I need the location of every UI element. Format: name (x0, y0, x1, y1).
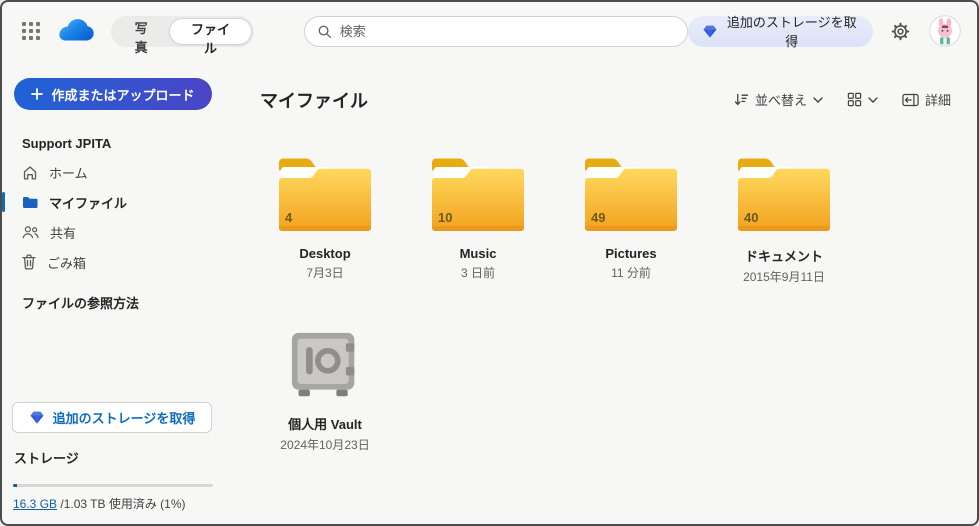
sidebar-bottom: 追加のストレージを取得 ストレージ 16.3 GB /1.03 TB 使用済み … (12, 402, 224, 514)
folder-icon: 4 (277, 157, 373, 233)
create-or-upload-label: 作成またはアップロード (51, 87, 195, 103)
details-button[interactable]: 詳細 (900, 86, 953, 113)
browse-files-heading: ファイルの参照方法 (22, 296, 140, 311)
page-title: マイファイル (260, 90, 368, 111)
sort-icon (734, 92, 749, 107)
main-content: マイファイル 並べ替え 詳細 4 Desktop 7月3日 10 Music 3… (242, 60, 977, 524)
sidebar-item-recycle-bin[interactable]: ごみ箱 (2, 247, 242, 277)
folder-name: Music (459, 246, 497, 261)
sidebar-item-shared[interactable]: 共有 (2, 217, 242, 247)
sidebar-nav: ホーム マイファイル 共有 ごみ箱 (2, 157, 242, 277)
sidebar: 作成またはアップロード Support JPITA ホーム マイファイル 共有 … (2, 60, 242, 524)
folder-icon: 10 (430, 157, 526, 233)
photos-files-toggle: 写真 ファイル (111, 15, 254, 56)
chevron-down-icon (813, 96, 823, 103)
svg-text:10: 10 (438, 210, 452, 225)
home-icon (22, 165, 38, 180)
storage-usage-rest: /1.03 TB 使用済み (1%) (60, 497, 186, 511)
view-toolbar: 並べ替え 詳細 (732, 86, 953, 113)
top-bar: 写真 ファイル 追加のストレージを取得 (2, 2, 977, 60)
people-icon (22, 225, 39, 239)
sidebar-item-my-files[interactable]: マイファイル (2, 187, 242, 217)
sidebar-item-label: ごみ箱 (47, 255, 87, 271)
folder-filled-icon (22, 196, 38, 209)
details-pane-icon (902, 93, 919, 107)
details-label: 詳細 (924, 93, 951, 108)
folder-date: 2015年9月11日 (743, 270, 825, 284)
folder-tile-pictures[interactable]: 49 Pictures 11 分前 (570, 157, 692, 285)
sidebar-item-label: マイファイル (49, 195, 128, 211)
sidebar-item-label: 共有 (50, 225, 77, 241)
folder-tile-documents[interactable]: 40 ドキュメント 2015年9月11日 (723, 157, 845, 285)
create-or-upload-button[interactable]: 作成またはアップロード (14, 78, 212, 110)
folder-name: Desktop (299, 246, 351, 261)
search-box (303, 15, 688, 47)
plus-icon (31, 88, 44, 100)
sidebar-item-home[interactable]: ホーム (2, 157, 242, 187)
chevron-down-icon (868, 96, 878, 103)
get-storage-pill-label: 追加のストレージを取得 (726, 15, 857, 49)
onedrive-logo-icon[interactable] (57, 18, 97, 45)
folder-tile-desktop[interactable]: 4 Desktop 7月3日 (264, 157, 386, 285)
storage-heading: ストレージ (14, 451, 79, 466)
search-input[interactable] (339, 23, 675, 39)
sidebar-item-label: ホーム (49, 165, 88, 181)
grid-view-icon (847, 92, 862, 107)
folder-icon: 49 (583, 157, 679, 233)
diamond-icon (29, 410, 45, 425)
folder-grid: 4 Desktop 7月3日 10 Music 3 日前 49 Pictures… (264, 157, 953, 285)
gear-icon (891, 22, 910, 41)
vault-name: 個人用 Vault (288, 417, 362, 432)
top-right-actions: 追加のストレージを取得 (687, 15, 961, 49)
storage-progress-bar (13, 484, 213, 487)
storage-usage-text: 16.3 GB /1.03 TB 使用済み (1%) (13, 495, 224, 512)
trash-icon (22, 254, 36, 270)
folder-icon: 40 (736, 157, 832, 233)
user-avatar[interactable] (929, 15, 961, 47)
sort-button[interactable]: 並べ替え (732, 86, 825, 113)
onedrive-window: 写真 ファイル 追加のストレージを取得 (0, 0, 979, 526)
personal-vault-tile[interactable]: 個人用 Vault 2024年10月23日 (264, 331, 386, 453)
vault-date: 2024年10月23日 (280, 438, 370, 452)
tab-files[interactable]: ファイル (169, 17, 252, 56)
get-storage-pill-button[interactable]: 追加のストレージを取得 (687, 15, 873, 49)
search-icon (317, 24, 332, 39)
diamond-icon (702, 24, 718, 39)
storage-progress-fill (13, 484, 17, 487)
main-header: マイファイル 並べ替え 詳細 (260, 86, 953, 113)
svg-text:49: 49 (591, 210, 605, 225)
folder-date: 7月3日 (306, 266, 344, 280)
folder-tile-music[interactable]: 10 Music 3 日前 (417, 157, 539, 285)
svg-text:40: 40 (744, 210, 758, 225)
folder-name: Pictures (605, 246, 657, 261)
svg-text:4: 4 (285, 210, 293, 225)
get-storage-button[interactable]: 追加のストレージを取得 (12, 402, 212, 433)
tab-photos[interactable]: 写真 (113, 18, 169, 55)
settings-button[interactable] (887, 16, 915, 46)
get-storage-label: 追加のストレージを取得 (52, 411, 196, 426)
vault-row: 個人用 Vault 2024年10月23日 (264, 331, 953, 453)
folder-date: 3 日前 (460, 266, 495, 280)
sort-label: 並べ替え (754, 93, 807, 108)
folder-date: 11 分前 (611, 266, 651, 280)
folder-name: ドキュメント (744, 249, 823, 264)
storage-used-link[interactable]: 16.3 GB (13, 497, 57, 511)
view-options-button[interactable] (845, 88, 880, 111)
vault-safe-icon (287, 331, 363, 401)
account-name: Support JPITA (22, 136, 112, 151)
app-launcher-icon[interactable] (18, 18, 43, 44)
